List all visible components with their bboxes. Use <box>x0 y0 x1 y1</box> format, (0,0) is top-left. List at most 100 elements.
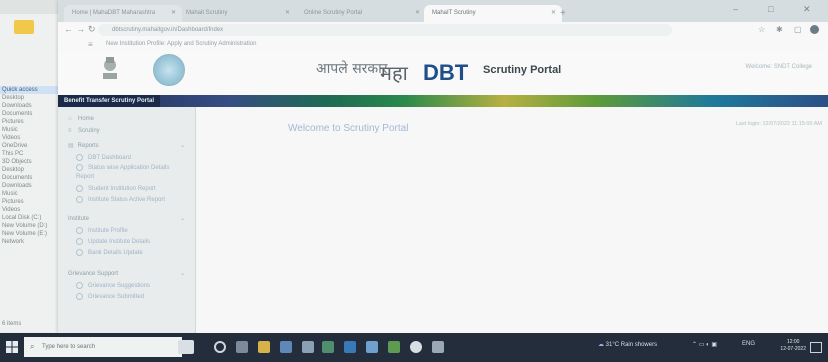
task-view-icon[interactable] <box>214 341 226 353</box>
explorer-nav-item[interactable]: 3D Objects <box>0 158 62 166</box>
tab-label: MahaIT Scrutiny <box>432 10 476 16</box>
browser-tab[interactable]: Home | MahaDBT Maharashtra ✕ <box>64 5 182 22</box>
sidebar-item-scrutiny[interactable]: ≡ Scrutiny <box>58 125 195 137</box>
close-tab-icon[interactable]: ✕ <box>551 5 556 22</box>
minimize-button[interactable]: – <box>733 4 738 14</box>
explorer-nav-item[interactable]: New Volume (E:) <box>0 230 62 238</box>
extensions-icon[interactable]: ✱ <box>776 25 783 34</box>
explorer-nav-item[interactable]: Network <box>0 238 62 246</box>
browser-window: Home | MahaDBT Maharashtra ✕ Mahait Scrut… <box>58 0 828 333</box>
explorer-titlebar <box>0 0 62 14</box>
explorer-nav-item[interactable]: Downloads <box>0 102 62 110</box>
explorer-nav-item[interactable]: Pictures <box>0 198 62 206</box>
taskbar-app-icon[interactable] <box>344 341 356 353</box>
close-window-button[interactable]: ✕ <box>803 4 811 15</box>
sidebar-subitem-label: DBT Dashboard <box>88 155 131 161</box>
explorer-nav-item[interactable]: Local Disk (C:) <box>0 214 62 222</box>
taskbar-app-icon[interactable] <box>366 341 378 353</box>
file-explorer-icon[interactable] <box>258 341 270 353</box>
sidebar-subitem[interactable]: Grievance Suggestions <box>58 281 195 292</box>
sidebar-subitem-label: Grievance Suggestions <box>88 283 151 289</box>
explorer-nav-item[interactable]: Pictures <box>0 118 62 126</box>
explorer-nav-item[interactable]: Videos <box>0 134 62 142</box>
explorer-nav-item[interactable]: OneDrive <box>0 142 62 150</box>
windows-start-icon[interactable] <box>6 341 18 353</box>
explorer-nav-item[interactable]: This PC <box>0 150 62 158</box>
sidebar-item-label: Home <box>78 116 95 122</box>
sidebar-item-home[interactable]: ⌂ Home <box>58 113 195 125</box>
url-field[interactable]: dbtscrutiny.mahaitgov.in/Dashboard/Index <box>98 24 672 36</box>
language-indicator[interactable]: ENG <box>742 341 755 347</box>
reload-button[interactable]: ↻ <box>88 24 96 35</box>
sidebar-subitem-label: Institute Profile <box>88 228 128 234</box>
explorer-nav-item[interactable]: Desktop <box>0 166 62 174</box>
weather-widget[interactable]: ☁ 31°C Rain showers <box>598 341 657 348</box>
apps-icon[interactable]: ≡ <box>88 38 93 51</box>
taskbar-app-icon[interactable] <box>302 341 314 353</box>
sidebar-subitem[interactable]: Update Institute Details <box>58 237 195 248</box>
star-icon[interactable]: ☆ <box>758 25 765 34</box>
profile-avatar[interactable] <box>810 25 819 34</box>
explorer-item-count: 6 items <box>2 321 22 327</box>
browser-tab-active[interactable]: MahaIT Scrutiny ✕ <box>424 5 562 22</box>
sidebar-subitem-label: Institute Status Active Report <box>88 197 166 203</box>
explorer-nav-item[interactable]: Music <box>0 190 62 198</box>
taskbar-app-icon[interactable] <box>280 341 292 353</box>
explorer-nav-item[interactable]: Music <box>0 126 62 134</box>
tab-strip: Home | MahaDBT Maharashtra ✕ Mahait Scrut… <box>58 0 828 22</box>
list-icon: ≡ <box>68 128 72 134</box>
taskbar-app-icon[interactable] <box>322 341 334 353</box>
explorer-nav-item[interactable]: Videos <box>0 206 62 214</box>
taskbar-search-box[interactable]: ⌕ Type here to search <box>24 337 182 357</box>
address-bar-row: ← → ↻ dbtscrutiny.mahaitgov.in/Dashboard… <box>58 22 828 38</box>
chevron-down-icon: ⌄ <box>179 216 185 222</box>
forward-button[interactable]: → <box>76 24 85 34</box>
back-button[interactable]: ← <box>64 24 73 34</box>
sidebar-subitem[interactable]: Grievance Submitted <box>58 292 195 303</box>
sidebar-subitem[interactable]: DBT Dashboard <box>58 153 195 164</box>
sidebar-subitem-label: Update Institute Details <box>88 239 151 245</box>
sidebar: ⌂ Home ≡ Scrutiny ▤ Reports ⌄ DBT Dashboard … <box>58 107 196 333</box>
tab-search-icon[interactable]: ▢ <box>794 25 802 34</box>
close-tab-icon[interactable]: ✕ <box>285 5 290 22</box>
maximize-button[interactable]: □ <box>768 4 773 14</box>
browser-tab[interactable]: Online Scrutiny Portal ✕ <box>296 5 426 22</box>
explorer-nav-item[interactable]: Downloads <box>0 182 62 190</box>
user-welcome-menu[interactable]: Welcome: SNDT College <box>746 64 812 70</box>
taskbar-app-icon[interactable] <box>178 340 194 354</box>
bullet-icon <box>76 237 83 245</box>
portal-header: आपले सरकार महा DBT Scrutiny Portal Welco… <box>58 51 828 95</box>
portal-banner: Benefit Transfer Scrutiny Portal <box>58 95 828 107</box>
explorer-nav-item[interactable]: Documents <box>0 110 62 118</box>
sidebar-group-grievance[interactable]: Grievance Support ⌄ <box>58 267 195 281</box>
clock-time: 12:00 <box>786 339 800 345</box>
sidebar-subitem[interactable]: Institute Profile <box>58 226 195 237</box>
explorer-nav-item[interactable]: New Volume (D:) <box>0 222 62 230</box>
close-tab-icon[interactable]: ✕ <box>171 5 176 22</box>
close-tab-icon[interactable]: ✕ <box>415 5 420 22</box>
sidebar-group-institute[interactable]: Institute ⌄ <box>58 212 195 226</box>
main-content: Welcome to Scrutiny Portal Last login: 1… <box>196 107 828 333</box>
bookmark-link[interactable]: New Institution Profile: Apply and Scrut… <box>106 38 256 51</box>
explorer-nav-item[interactable]: Desktop <box>0 94 62 102</box>
tab-label: Mahait Scrutiny <box>186 10 228 16</box>
search-placeholder: Type here to search <box>42 344 96 350</box>
sidebar-subitem[interactable]: Bank Details Update <box>58 248 195 259</box>
notification-icon[interactable] <box>810 342 822 353</box>
explorer-nav-item[interactable]: Documents <box>0 174 62 182</box>
sidebar-subitem[interactable]: Status wise Application Details Report <box>58 164 195 184</box>
taskbar-app-icon[interactable] <box>388 341 400 353</box>
tray-icons[interactable]: ⌃ ▭ ◐ ▣ <box>692 341 717 348</box>
browser-tab[interactable]: Mahait Scrutiny ✕ <box>178 5 296 22</box>
sidebar-subitem[interactable]: Student Institution Report <box>58 184 195 195</box>
sidebar-group-reports[interactable]: ▤ Reports ⌄ <box>58 139 195 153</box>
chrome-icon[interactable] <box>410 341 422 353</box>
folder-icon <box>14 20 34 34</box>
explorer-nav-item[interactable]: Quick access <box>0 86 62 94</box>
taskbar-app-icon[interactable] <box>432 341 444 353</box>
new-tab-button[interactable]: + <box>558 5 574 22</box>
sidebar-subitem[interactable]: Institute Status Active Report <box>58 195 195 206</box>
taskbar-app-icon[interactable] <box>236 341 248 353</box>
bullet-icon <box>76 195 83 203</box>
taskbar-clock[interactable]: 12:00 12-07-2022 <box>780 339 806 353</box>
